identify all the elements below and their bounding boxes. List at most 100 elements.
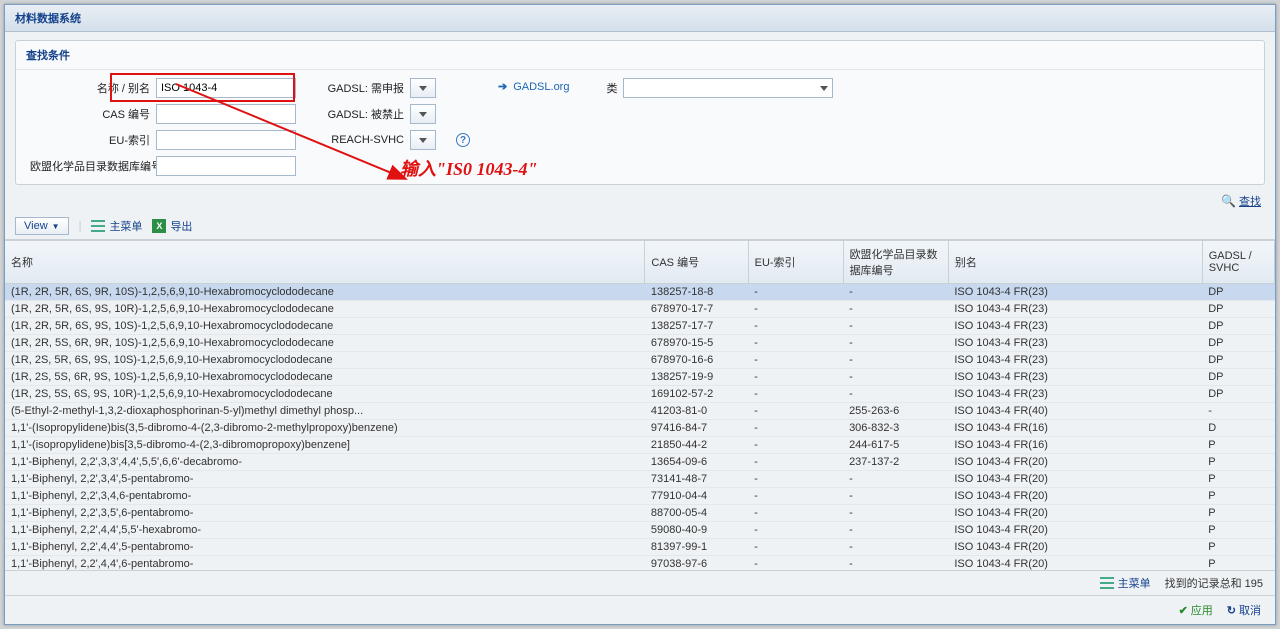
help-icon[interactable]: ? [456,133,470,147]
record-count-label: 找到的记录总和 195 [1165,575,1263,591]
table-row[interactable]: 1,1'-Biphenyl, 2,2',3,5',6-pentabromo-88… [5,505,1275,522]
table-row[interactable]: (1R, 2S, 5R, 6S, 9S, 10S)-1,2,5,6,9,10-H… [5,352,1275,369]
dropdown-gadsl-prohibit[interactable] [410,104,436,124]
table-cell: D [1202,420,1274,437]
table-cell: 138257-17-7 [645,318,748,335]
table-cell: - [843,386,948,403]
table-cell: (1R, 2R, 5R, 6S, 9R, 10S)-1,2,5,6,9,10-H… [5,284,645,301]
table-cell: ISO 1043-4 FR(20) [948,471,1202,488]
cancel-button[interactable]: ↻ 取消 [1227,602,1261,618]
table-cell: ISO 1043-4 FR(20) [948,488,1202,505]
table-row[interactable]: (1R, 2R, 5R, 6S, 9R, 10S)-1,2,5,6,9,10-H… [5,284,1275,301]
table-cell: 1,1'-Biphenyl, 2,2',3,4,6-pentabromo- [5,488,645,505]
table-cell: 1,1'-(Isopropylidene)bis(3,5-dibromo-4-(… [5,420,645,437]
dropdown-reach-svhc[interactable] [410,130,436,150]
table-cell: P [1202,454,1274,471]
table-row[interactable]: 1,1'-(Isopropylidene)bis(3,5-dibromo-4-(… [5,420,1275,437]
annotation-text: 输入"IS0 1043-4" [400,155,538,181]
table-cell: - [748,318,843,335]
col-eu-index[interactable]: EU-索引 [748,241,843,284]
table-cell: - [748,301,843,318]
table-cell: ISO 1043-4 FR(23) [948,335,1202,352]
table-cell: ISO 1043-4 FR(23) [948,369,1202,386]
table-cell: 678970-16-6 [645,352,748,369]
table-cell: 1,1'-Biphenyl, 2,2',4,4',5,5'-hexabromo- [5,522,645,539]
table-cell: 678970-17-7 [645,301,748,318]
table-row[interactable]: (1R, 2S, 5S, 6S, 9S, 10R)-1,2,5,6,9,10-H… [5,386,1275,403]
col-name[interactable]: 名称 [5,241,645,284]
table-cell: (1R, 2S, 5R, 6S, 9S, 10S)-1,2,5,6,9,10-H… [5,352,645,369]
table-cell: 306-832-3 [843,420,948,437]
table-cell: - [748,403,843,420]
table-cell: (1R, 2R, 5R, 6S, 9S, 10S)-1,2,5,6,9,10-H… [5,318,645,335]
table-row[interactable]: (5-Ethyl-2-methyl-1,3,2-dioxaphosphorina… [5,403,1275,420]
table-cell: 169102-57-2 [645,386,748,403]
table-row[interactable]: (1R, 2S, 5S, 6R, 9S, 10S)-1,2,5,6,9,10-H… [5,369,1275,386]
table-row[interactable]: 1,1'-Biphenyl, 2,2',3,4,6-pentabromo-779… [5,488,1275,505]
arrow-right-icon: ➔ [498,80,507,93]
label-cas-no: CAS 编号 [30,106,150,122]
table-cell: 237-137-2 [843,454,948,471]
menu-icon [91,220,105,232]
table-row[interactable]: 1,1'-Biphenyl, 2,2',4,4',6-pentabromo-97… [5,556,1275,571]
table-cell: DP [1202,352,1274,369]
label-eu-index: EU-索引 [30,132,150,148]
table-cell: - [748,420,843,437]
table-cell: - [748,488,843,505]
menu-icon [1100,577,1114,589]
table-cell: - [843,369,948,386]
table-row[interactable]: (1R, 2R, 5R, 6S, 9S, 10S)-1,2,5,6,9,10-H… [5,318,1275,335]
table-cell: 41203-81-0 [645,403,748,420]
table-cell: ISO 1043-4 FR(20) [948,556,1202,571]
col-eu-chem[interactable]: 欧盟化学品目录数据库编号 [843,241,948,284]
bottom-main-menu-button[interactable]: 主菜单 [1100,575,1151,591]
table-cell: - [748,284,843,301]
table-row[interactable]: 1,1'-Biphenyl, 2,2',4,4',5-pentabromo-81… [5,539,1275,556]
table-cell: - [748,335,843,352]
table-row[interactable]: (1R, 2R, 5R, 6S, 9S, 10R)-1,2,5,6,9,10-H… [5,301,1275,318]
apply-button[interactable]: ✔ 应用 [1179,602,1213,618]
input-eu-chem-no[interactable] [156,156,296,176]
table-row[interactable]: 1,1'-Biphenyl, 2,2',3,3',4,4',5,5',6,6'-… [5,454,1275,471]
table-row[interactable]: (1R, 2R, 5S, 6R, 9R, 10S)-1,2,5,6,9,10-H… [5,335,1275,352]
table-cell: ISO 1043-4 FR(23) [948,386,1202,403]
link-gadsl-org[interactable]: GADSL.org [513,81,569,93]
search-conditions-header: 查找条件 [16,41,1264,70]
table-cell: - [748,539,843,556]
table-row[interactable]: 1,1'-Biphenyl, 2,2',4,4',5,5'-hexabromo-… [5,522,1275,539]
table-cell: 88700-05-4 [645,505,748,522]
table-cell: - [843,556,948,571]
input-cas-no[interactable] [156,104,296,124]
table-cell: ISO 1043-4 FR(23) [948,318,1202,335]
excel-icon: X [152,219,166,233]
table-cell: ISO 1043-4 FR(40) [948,403,1202,420]
table-cell: 1,1'-Biphenyl, 2,2',3,3',4,4',5,5',6,6'-… [5,454,645,471]
check-icon: ✔ [1179,604,1188,617]
select-category[interactable] [623,78,833,98]
table-cell: (1R, 2S, 5S, 6R, 9S, 10S)-1,2,5,6,9,10-H… [5,369,645,386]
results-grid[interactable]: 名称 CAS 编号 EU-索引 欧盟化学品目录数据库编号 别名 GADSL / … [5,240,1275,570]
table-cell: 138257-18-8 [645,284,748,301]
table-cell: 21850-44-2 [645,437,748,454]
input-name-alias[interactable] [156,78,296,98]
table-row[interactable]: 1,1'-Biphenyl, 2,2',3,4',5-pentabromo-73… [5,471,1275,488]
export-button[interactable]: X 导出 [152,218,192,234]
table-cell: - [748,522,843,539]
dropdown-gadsl-report[interactable] [410,78,436,98]
table-cell: 255-263-6 [843,403,948,420]
view-button[interactable]: View ▼ [15,217,69,235]
table-cell: P [1202,556,1274,571]
table-cell: P [1202,488,1274,505]
col-gadsl-svhc[interactable]: GADSL / SVHC [1202,241,1274,284]
toolbar: View ▼ | 主菜单 X 导出 [5,213,1275,240]
main-menu-button[interactable]: 主菜单 [91,218,142,234]
input-eu-index[interactable] [156,130,296,150]
col-cas[interactable]: CAS 编号 [645,241,748,284]
table-cell: - [843,284,948,301]
table-cell: 97416-84-7 [645,420,748,437]
table-cell: - [748,386,843,403]
search-button[interactable]: 查找 [1239,193,1261,209]
table-cell: - [843,335,948,352]
table-row[interactable]: 1,1'-(isopropylidene)bis[3,5-dibromo-4-(… [5,437,1275,454]
col-alias[interactable]: 别名 [948,241,1202,284]
